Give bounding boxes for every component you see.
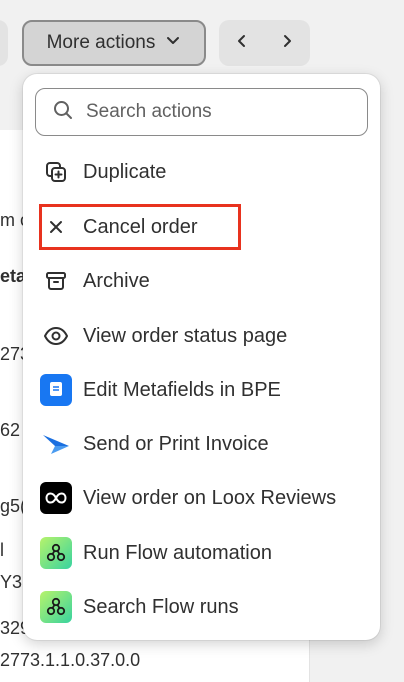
search-actions-field[interactable]	[35, 88, 368, 136]
previous-order-button[interactable]	[219, 20, 264, 66]
archive-icon	[39, 264, 73, 298]
menu-item-view-order-status[interactable]: View order status page	[35, 313, 368, 359]
menu-item-label: View order status page	[83, 324, 288, 347]
chevron-right-icon	[279, 33, 295, 54]
menu-item-search-flow-runs[interactable]: Search Flow runs	[35, 584, 368, 630]
menu-item-duplicate[interactable]: Duplicate	[35, 149, 368, 195]
menu-item-cancel-order[interactable]: Cancel order	[35, 204, 368, 250]
more-actions-label: More actions	[46, 32, 156, 53]
menu-item-send-print-invoice[interactable]: Send or Print Invoice	[35, 421, 368, 467]
menu-item-label: Archive	[83, 269, 150, 292]
menu-item-label: Run Flow automation	[83, 541, 272, 564]
bg-fragment: l	[0, 540, 4, 560]
menu-item-archive[interactable]: Archive	[35, 258, 368, 304]
bpe-hextom-app-icon	[39, 373, 73, 407]
search-icon	[52, 99, 74, 126]
menu-item-label: Cancel order	[83, 215, 198, 238]
menu-item-loox-reviews[interactable]: View order on Loox Reviews	[35, 475, 368, 521]
chevron-down-icon	[165, 32, 181, 54]
bg-fragment: Y3	[0, 572, 23, 592]
flow-app-icon	[39, 536, 73, 570]
menu-item-label: Edit Metafields in BPE	[83, 378, 281, 401]
loox-app-icon	[39, 481, 73, 515]
x-icon	[39, 210, 73, 244]
menu-item-label: View order on Loox Reviews	[83, 486, 337, 509]
order-navigation	[219, 20, 310, 66]
invoice-app-icon	[39, 427, 73, 461]
search-actions-input[interactable]	[86, 101, 346, 123]
menu-item-label: Duplicate	[83, 160, 167, 183]
bg-fragment: 2773.1.1.0.37.0.0	[0, 650, 141, 670]
page: m c eta 273 62 g5( l Y3 329 2773.1.1.0.3…	[0, 0, 404, 682]
flow-app-icon	[39, 590, 73, 624]
menu-item-run-flow[interactable]: Run Flow automation	[35, 530, 368, 576]
duplicate-icon	[39, 155, 73, 189]
bg-fragment: 62	[0, 420, 21, 440]
more-actions-button[interactable]: More actions	[22, 20, 206, 66]
more-actions-menu: Duplicate Cancel order Archive	[23, 74, 380, 640]
chevron-left-icon	[234, 33, 250, 54]
menu-item-label: Search Flow runs	[83, 595, 239, 618]
menu-item-label: Send or Print Invoice	[83, 432, 269, 455]
next-order-button[interactable]	[264, 20, 309, 66]
menu-item-edit-metafields-bpe[interactable]: Edit Metafields in BPE	[35, 367, 368, 413]
previous-toolbar-button[interactable]	[0, 20, 8, 66]
eye-icon	[39, 319, 73, 353]
